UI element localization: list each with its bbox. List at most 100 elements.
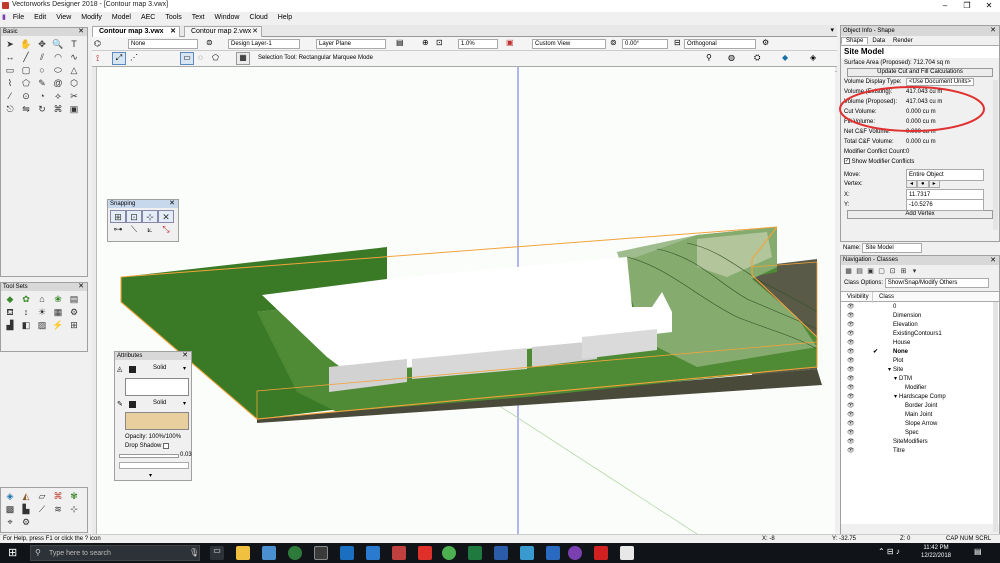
file-explorer-icon[interactable] (236, 546, 250, 560)
word-icon[interactable] (494, 546, 508, 560)
acrobat-icon[interactable] (418, 546, 432, 560)
layer-icon[interactable]: ⊜ (206, 38, 213, 47)
arc-tool-icon[interactable]: ◠ (50, 51, 66, 64)
class-row[interactable]: 👁 ▾ Hardscape Comp (841, 393, 999, 402)
menu-help[interactable]: Help (273, 12, 297, 23)
polygon-marquee-icon[interactable]: ⬠ (212, 53, 219, 62)
toolsets-palette-header[interactable]: Tool Sets ✕ (1, 283, 87, 291)
visibility-eye-icon[interactable]: 👁 (841, 384, 873, 393)
attributes-palette-header[interactable]: Attributes ✕ (115, 352, 191, 360)
projection-icon[interactable]: ⊟ (674, 38, 681, 47)
menu-cloud[interactable]: Cloud (244, 12, 272, 23)
name-field[interactable]: Site Model (862, 243, 923, 253)
saved-views-icon[interactable]: ⚙ (762, 38, 769, 47)
update-cut-fill-button[interactable]: Update Cut and Fill Calculations (847, 68, 993, 77)
chevron-down-icon[interactable]: ▾ (183, 365, 186, 372)
class-row[interactable]: 👁 Slope Arrow (841, 420, 999, 429)
3d-modeling-icon[interactable]: ◧ (18, 319, 34, 332)
massing-tool-icon[interactable]: ▙ (18, 503, 34, 516)
object-info-header[interactable]: Object Info - Shape ✕ (841, 26, 999, 36)
plan-rotation-field[interactable]: 0.00° (622, 39, 668, 49)
line-weight-slider[interactable] (119, 454, 179, 458)
mep-icon[interactable]: ⚡ (50, 319, 66, 332)
interactive-scaling-icon[interactable]: ⋰ (130, 53, 138, 62)
close-icon[interactable]: ✕ (170, 27, 176, 37)
fit-icon[interactable]: ⊡ (436, 38, 443, 47)
drawing-canvas[interactable] (97, 67, 835, 534)
transform-mode-icon[interactable]: ⤢ (112, 52, 126, 65)
expand-icon[interactable]: ▾ (149, 472, 152, 479)
visibility-eye-icon[interactable]: 👁 (841, 420, 873, 429)
protractor-tool-icon[interactable]: ◔ (34, 90, 50, 103)
chevron-down-icon[interactable]: ▾ (883, 375, 899, 384)
oval-tool-icon[interactable]: ⬭ (50, 64, 66, 77)
camera-icon[interactable]: ◆ (782, 53, 788, 62)
class-row[interactable]: 👁 Modifier (841, 384, 999, 393)
class-row[interactable]: 👁 Main Joint (841, 411, 999, 420)
zoom-tool-icon[interactable]: 🔍 (50, 38, 66, 51)
dims-icon[interactable]: ↕ (18, 306, 34, 319)
drop-shadow-checkbox[interactable] (163, 443, 169, 449)
dimension-tool-icon[interactable]: ↔ (2, 51, 18, 64)
visibility-eye-icon[interactable]: 👁 (841, 438, 873, 447)
pan-tool-icon[interactable]: ✋ (18, 38, 34, 51)
polyline-tool-icon[interactable]: ⌇ (2, 77, 18, 90)
clip-tool-icon[interactable]: ✂ (66, 90, 82, 103)
show-conflicts-row[interactable]: ✓ Show Modifier Conflicts (841, 157, 999, 167)
class-row[interactable]: 👁 Elevation (841, 321, 999, 330)
close-icon[interactable]: ✕ (182, 352, 188, 360)
snap-object-icon[interactable]: ⊡ (126, 210, 142, 223)
eyedropper-tool-icon[interactable]: ⁄ (2, 90, 18, 103)
slope-tool-icon[interactable]: ⟋ (34, 503, 50, 516)
building-shell-icon[interactable]: ⌂ (34, 293, 50, 306)
visibility-eye-icon[interactable]: 👁 (841, 366, 873, 375)
double-line-tool-icon[interactable]: ⫽ (34, 51, 50, 64)
rotate-tool-icon[interactable]: ↻ (34, 103, 50, 116)
microphone-icon[interactable]: 🎙 (189, 548, 199, 557)
active-layer-select[interactable]: Design Layer-1 (228, 39, 300, 49)
snap-loci-icon[interactable]: ⟀ (142, 223, 158, 236)
arrowheads-select[interactable] (119, 462, 189, 469)
fill-preview[interactable] (125, 378, 189, 396)
lighting-icon[interactable]: ◍ (728, 53, 735, 62)
class-icon[interactable]: ⌬ (94, 39, 101, 48)
stake-tool-icon[interactable]: ⌖ (2, 516, 18, 529)
spiral-tool-icon[interactable]: @ (50, 77, 66, 90)
visibility-eye-icon[interactable]: 👁 (841, 339, 873, 348)
visibility-eye-icon[interactable]: 👁 (841, 411, 873, 420)
triangle-tool-icon[interactable]: △ (66, 64, 82, 77)
clock-date[interactable]: 12/22/2018 (912, 553, 960, 559)
reshape-tool-icon[interactable]: ⟡ (50, 90, 66, 103)
vertex-prev-button[interactable]: ◂ (906, 180, 918, 188)
close-icon[interactable]: ✕ (169, 200, 175, 208)
pen-preview[interactable] (125, 412, 189, 430)
sheet-layers-icon[interactable]: ▣ (865, 267, 876, 276)
menu-model[interactable]: Model (107, 12, 136, 23)
lasso-marquee-icon[interactable]: ◌ (198, 53, 203, 62)
action-center-icon[interactable]: ▤ (974, 547, 982, 556)
maximize-icon[interactable]: ❐ (956, 0, 978, 12)
task-view-icon[interactable]: ▭ (210, 546, 224, 560)
tab-menu-icon[interactable]: ▾ (830, 26, 834, 34)
regular-polygon-tool-icon[interactable]: ⬡ (66, 77, 82, 90)
classes-icon[interactable]: ▦ (843, 267, 854, 276)
move-row[interactable]: Move: Entire Object (841, 169, 999, 181)
snapping-palette-header[interactable]: Snapping ✕ (108, 200, 178, 208)
contour-tool-icon[interactable]: ≋ (50, 503, 66, 516)
symbol-tool-icon[interactable]: ⌘ (50, 103, 66, 116)
onedrive-icon[interactable] (520, 546, 534, 560)
furniture-icon[interactable]: ⛾ (2, 306, 18, 319)
unified-view-icon[interactable]: ⚲ (706, 53, 712, 62)
class-options-select[interactable]: Show/Snap/Modify Others (884, 278, 989, 288)
class-row[interactable]: 👁 0 (841, 303, 999, 312)
hardscape-tool-icon[interactable]: ▩ (2, 503, 18, 516)
class-row[interactable]: 👁 ✔ None (841, 348, 999, 357)
excel-icon[interactable] (468, 546, 482, 560)
survey-tool-icon[interactable]: ⊹ (66, 503, 82, 516)
design-layers-icon[interactable]: ▤ (854, 267, 865, 276)
pad-tool-icon[interactable]: ▱ (34, 490, 50, 503)
snap-angle-icon[interactable]: ⊹ (142, 210, 158, 223)
menu-view[interactable]: View (51, 12, 76, 23)
visibility-eye-icon[interactable]: 👁 (841, 330, 873, 339)
navigation-header[interactable]: Navigation - Classes ✕ (841, 256, 999, 265)
